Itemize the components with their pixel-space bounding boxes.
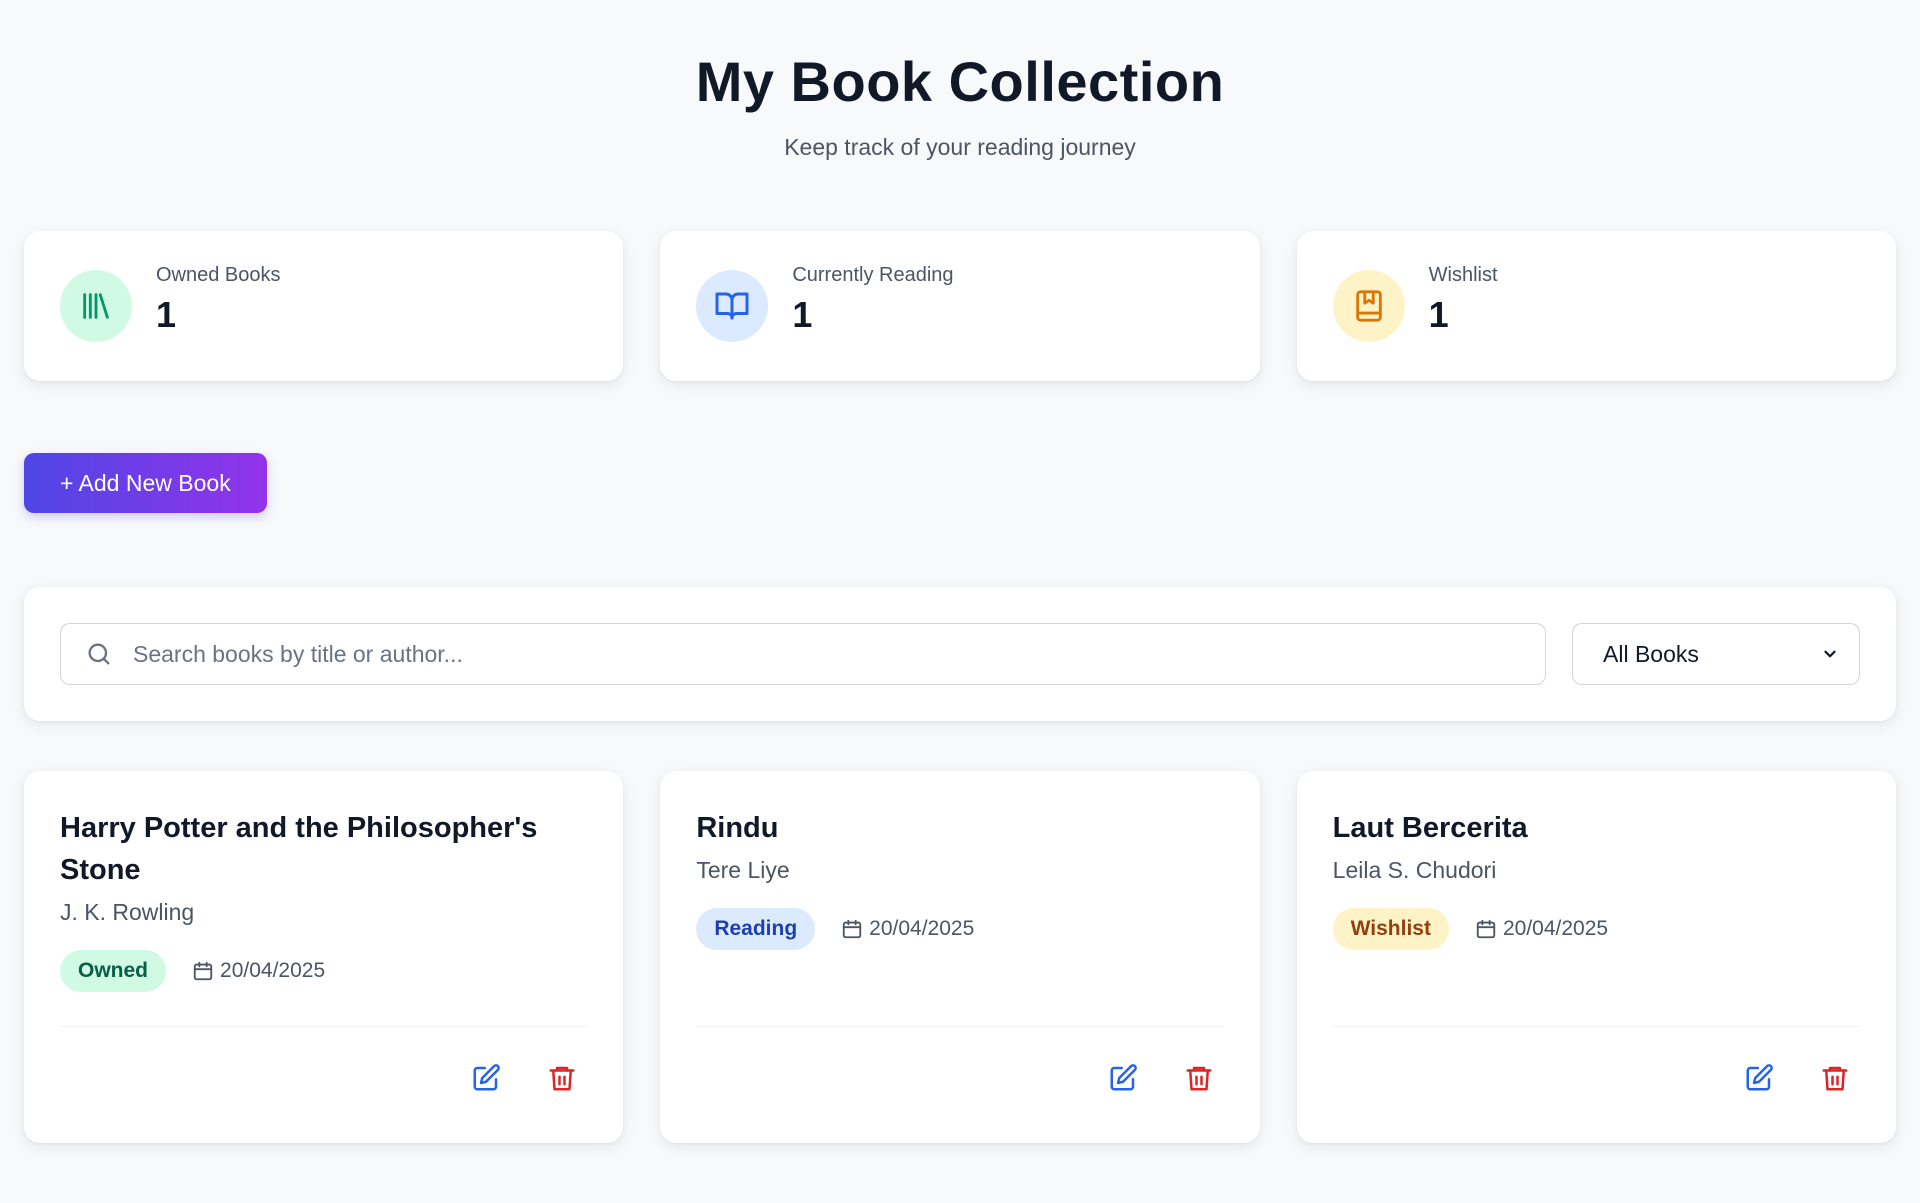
stat-label: Currently Reading (792, 263, 954, 286)
status-badge: Wishlist (1332, 908, 1449, 950)
card-divider (60, 1026, 588, 1027)
stat-label: Wishlist (1428, 263, 1498, 286)
trash-icon[interactable] (1184, 1063, 1214, 1093)
book-date: 20/04/2025 (1475, 917, 1608, 941)
book-card: Harry Potter and the Philosopher's Stone… (24, 771, 624, 1143)
book-card: Laut Bercerita Leila S. Chudori Wishlist… (1296, 771, 1896, 1143)
book-date-text: 20/04/2025 (1502, 917, 1609, 940)
book-title: Laut Bercerita (1332, 812, 1528, 844)
book-card: Rindu Tere Liye Reading 20/04/2025 (660, 771, 1260, 1143)
chevron-down-icon (1821, 645, 1839, 663)
add-new-book-button[interactable]: + Add New Book (24, 453, 267, 513)
book-date-text: 20/04/2025 (869, 917, 975, 940)
filter-selected-value: All Books (1603, 640, 1699, 667)
book-collection-page: My Book Collection Keep track of your re… (0, 0, 1920, 1203)
library-icon (60, 270, 132, 342)
stat-value: 1 (792, 293, 813, 335)
book-author: J. K. Rowling (60, 899, 195, 925)
stat-label: Owned Books (156, 263, 281, 286)
card-divider (696, 1026, 1224, 1027)
search-input[interactable] (133, 640, 1521, 668)
search-panel: All Books (24, 587, 1896, 721)
stat-card-owned: Owned Books 1 (24, 231, 624, 381)
book-list: Harry Potter and the Philosopher's Stone… (24, 771, 1896, 1143)
calendar-icon (841, 918, 863, 940)
stat-card-reading: Currently Reading 1 (660, 231, 1260, 381)
book-date: 20/04/2025 (841, 917, 974, 941)
book-date-text: 20/04/2025 (220, 959, 326, 982)
stats-row: Owned Books 1 Currently Reading 1 Wishli… (24, 231, 1896, 381)
stat-value: 1 (156, 293, 177, 335)
page-subtitle: Keep track of your reading journey (784, 134, 1136, 160)
calendar-icon (1475, 918, 1497, 940)
book-author: Leila S. Chudori (1332, 857, 1497, 883)
trash-icon[interactable] (547, 1063, 577, 1093)
search-box[interactable] (60, 623, 1546, 685)
card-divider (1332, 1026, 1860, 1027)
edit-icon[interactable] (471, 1063, 501, 1093)
bookmark-book-icon (1332, 270, 1405, 342)
open-book-icon (696, 270, 769, 342)
book-date: 20/04/2025 (192, 959, 325, 983)
book-author: Tere Liye (696, 857, 790, 883)
calendar-icon (192, 960, 214, 982)
search-icon (85, 640, 113, 668)
trash-icon[interactable] (1820, 1063, 1850, 1093)
stat-card-wishlist: Wishlist 1 (1296, 231, 1896, 381)
status-badge: Owned (60, 950, 167, 992)
book-title: Rindu (696, 812, 779, 844)
status-filter-select[interactable]: All Books (1572, 623, 1860, 685)
edit-icon[interactable] (1108, 1063, 1138, 1093)
status-badge: Reading (696, 908, 816, 950)
edit-icon[interactable] (1744, 1063, 1774, 1093)
book-title: Harry Potter and the Philosopher's Stone (60, 812, 538, 886)
header: My Book Collection Keep track of your re… (24, 0, 1896, 161)
page-title: My Book Collection (695, 50, 1225, 113)
stat-value: 1 (1428, 293, 1449, 335)
